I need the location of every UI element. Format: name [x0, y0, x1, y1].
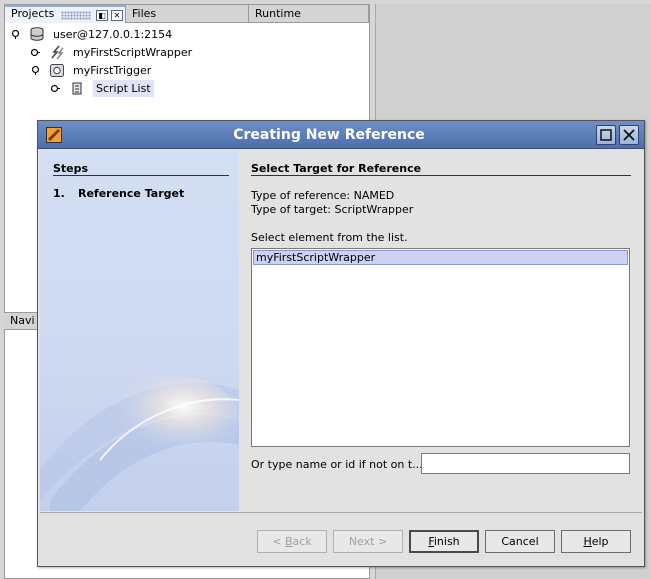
- expanded-handle-icon[interactable]: [11, 30, 20, 39]
- tab-files-label: Files: [132, 7, 157, 20]
- finish-button[interactable]: Finish: [409, 530, 479, 553]
- reference-type-text: Type of reference: NAMED: [251, 189, 395, 202]
- dialog-titlebar[interactable]: Creating New Reference: [38, 121, 644, 149]
- database-icon: [30, 27, 44, 41]
- dialog-title: Creating New Reference: [233, 127, 425, 143]
- next-label: Next >: [348, 535, 388, 548]
- decorative-swoosh-image: [40, 375, 239, 511]
- name-or-id-input[interactable]: [421, 453, 630, 474]
- help-button[interactable]: Help: [561, 530, 631, 553]
- target-type-text: Type of target: ScriptWrapper: [251, 203, 414, 216]
- content-title: Select Target for Reference: [251, 162, 422, 175]
- explorer-tab-bar: Projects ◧ ✕ Files Runtime: [5, 5, 369, 23]
- back-mnemonic: B: [285, 535, 293, 548]
- help-rest: elp: [591, 535, 609, 548]
- new-reference-dialog: Creating New Reference Steps 1. Referenc…: [37, 120, 645, 567]
- list-item-selected[interactable]: myFirstScriptWrapper: [253, 250, 628, 265]
- collapsed-handle-icon[interactable]: [51, 84, 60, 93]
- help-mnemonic: H: [583, 535, 592, 548]
- tab-navigator-label: Navi: [10, 314, 35, 327]
- divider: [53, 175, 229, 176]
- script-wrapper-icon: [51, 45, 64, 60]
- minimize-window-icon[interactable]: ◧: [96, 10, 108, 21]
- divider: [40, 512, 642, 513]
- steps-panel: Steps 1. Reference Target: [40, 150, 239, 511]
- tree-label-trigger: myFirstTrigger: [73, 64, 152, 77]
- finish-rest: inish: [433, 535, 460, 548]
- close-button[interactable]: [619, 125, 639, 145]
- name-field-label: Or type name or id if not on t...: [251, 458, 423, 471]
- element-list[interactable]: myFirstScriptWrapper: [251, 248, 630, 447]
- drag-grip-icon[interactable]: [61, 11, 91, 20]
- maximize-button[interactable]: [596, 125, 616, 145]
- wizard-content: Select Target for Reference Type of refe…: [241, 150, 644, 511]
- tree-label-script-wrapper: myFirstScriptWrapper: [73, 46, 193, 59]
- list-prompt-text: Select element from the list.: [251, 231, 408, 244]
- steps-title: Steps: [53, 162, 89, 175]
- tab-runtime[interactable]: Runtime: [249, 5, 369, 23]
- expanded-handle-icon[interactable]: [31, 66, 40, 75]
- step-number: 1.: [53, 187, 65, 200]
- tab-projects[interactable]: Projects ◧ ✕: [5, 5, 126, 23]
- tree-label-script-list: Script List: [93, 80, 154, 97]
- collapsed-handle-icon[interactable]: [31, 48, 40, 57]
- tree-label-server: user@127.0.0.1:2154: [53, 28, 173, 41]
- cancel-label: Cancel: [501, 535, 539, 548]
- trigger-icon: [50, 64, 64, 77]
- next-button[interactable]: Next >: [333, 530, 403, 553]
- close-tab-icon[interactable]: ✕: [111, 10, 123, 21]
- close-icon: [623, 129, 635, 141]
- tab-projects-label: Projects: [11, 7, 55, 20]
- back-rest: ack: [292, 535, 312, 548]
- tab-files[interactable]: Files: [126, 5, 249, 23]
- divider: [251, 175, 631, 176]
- maximize-icon: [600, 129, 612, 141]
- step-label-reference-target: Reference Target: [78, 187, 185, 200]
- tab-runtime-label: Runtime: [255, 7, 301, 20]
- back-button[interactable]: < Back: [257, 530, 327, 553]
- cancel-button[interactable]: Cancel: [485, 530, 555, 553]
- script-list-icon: [72, 82, 82, 95]
- back-prefix: <: [272, 535, 285, 548]
- ide-window: Projects ◧ ✕ Files Runtime user@127.0.0.…: [0, 0, 651, 579]
